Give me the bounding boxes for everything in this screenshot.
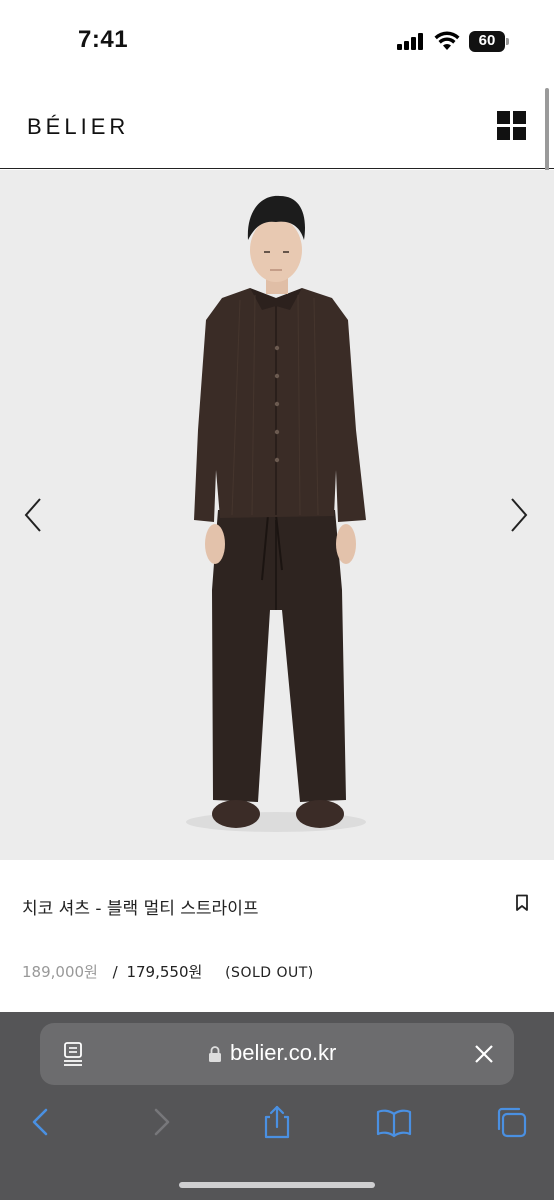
bookmark-icon[interactable] xyxy=(514,894,530,912)
share-icon[interactable] xyxy=(259,1105,295,1139)
address-bar[interactable]: belier.co.kr xyxy=(40,1023,514,1085)
battery-level: 60 xyxy=(478,32,496,49)
tabs-icon[interactable] xyxy=(494,1105,530,1139)
product-title: 치코 셔츠 - 블랙 멀티 스트라이프 xyxy=(22,899,259,919)
product-image[interactable] xyxy=(0,170,554,860)
battery-icon: 60 xyxy=(469,31,509,52)
bookmarks-icon[interactable] xyxy=(376,1105,412,1139)
back-icon[interactable] xyxy=(24,1105,60,1139)
wifi-icon xyxy=(434,31,460,50)
reader-mode-icon[interactable] xyxy=(62,1041,86,1067)
site-header: BÉLIER xyxy=(0,84,554,169)
url-text[interactable]: belier.co.kr xyxy=(230,1040,336,1066)
close-icon[interactable] xyxy=(473,1043,495,1065)
browser-toolbar: belier.co.kr xyxy=(0,1012,554,1200)
stock-status: (SOLD OUT) xyxy=(225,965,314,981)
price-row: 189,000원 / 179,550원 (SOLD OUT) xyxy=(22,961,314,982)
lock-icon xyxy=(209,1046,221,1062)
brand-logo[interactable]: BÉLIER xyxy=(27,114,129,140)
price-sale: 179,550원 xyxy=(126,963,203,981)
grid-menu-icon[interactable] xyxy=(497,111,527,141)
price-original: 189,000원 xyxy=(22,963,98,981)
model-photo xyxy=(186,195,366,832)
status-time: 7:41 xyxy=(78,26,129,53)
chevron-left-icon[interactable] xyxy=(16,495,56,535)
cellular-signal-icon xyxy=(397,33,427,50)
forward-icon[interactable] xyxy=(142,1105,178,1139)
price-separator: / xyxy=(112,963,118,981)
chevron-right-icon[interactable] xyxy=(502,495,542,535)
home-indicator[interactable] xyxy=(179,1182,375,1188)
status-bar: 7:41 60 xyxy=(0,0,554,84)
product-info: 치코 셔츠 - 블랙 멀티 스트라이프 189,000원 / 179,550원 … xyxy=(0,860,554,1012)
